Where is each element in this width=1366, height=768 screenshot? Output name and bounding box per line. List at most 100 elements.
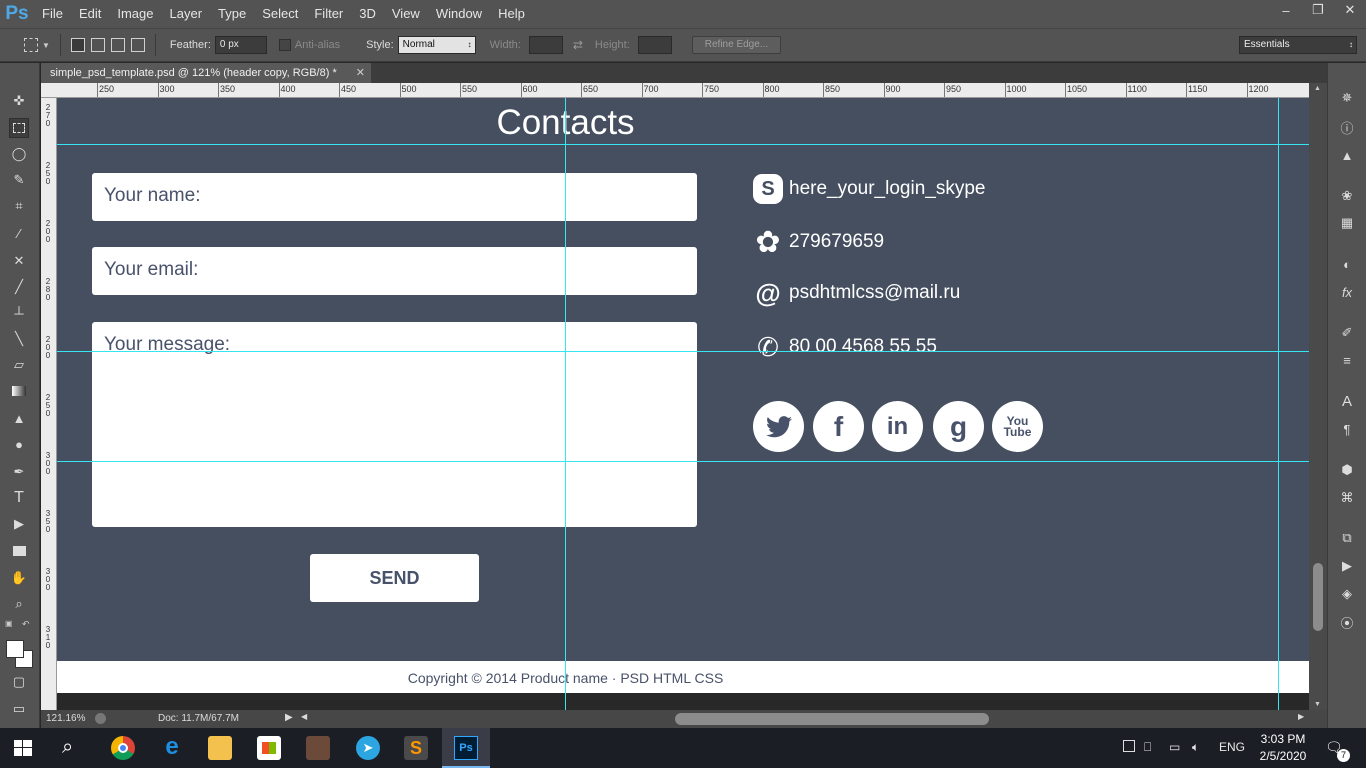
menu-view[interactable]: View xyxy=(384,0,428,28)
info-icon[interactable]: ⓘ xyxy=(1338,118,1356,136)
clone-stamp-tool-icon[interactable]: ┴ xyxy=(9,303,29,323)
intersect-selection-icon[interactable] xyxy=(130,38,145,52)
paths-icon[interactable]: ⦿ xyxy=(1338,613,1356,631)
type-tool-icon[interactable]: T xyxy=(9,488,29,508)
status-info-icon[interactable] xyxy=(95,713,106,724)
volume-icon[interactable]: 🔈︎ xyxy=(1192,740,1199,755)
scroll-down-icon[interactable]: ▼ xyxy=(1314,701,1321,708)
facebook-icon[interactable]: f xyxy=(813,401,864,452)
document-canvas[interactable]: Contacts Your name: Your email: Your mes… xyxy=(57,98,1309,710)
twitter-icon[interactable] xyxy=(753,401,804,452)
menu-image[interactable]: Image xyxy=(109,0,161,28)
file-explorer-icon[interactable] xyxy=(208,736,232,760)
search-icon[interactable]: ⌕ xyxy=(62,736,73,759)
status-menu-arrow-icon[interactable]: ▶ xyxy=(285,712,293,723)
height-input[interactable] xyxy=(637,36,672,54)
google-icon[interactable]: g xyxy=(933,401,984,452)
menu-filter[interactable]: Filter xyxy=(306,0,351,28)
horizontal-scroll-thumb[interactable] xyxy=(675,713,989,725)
quick-select-tool-icon[interactable]: ✎ xyxy=(9,170,29,190)
message-field[interactable]: Your message: xyxy=(92,322,697,527)
tablet-icon[interactable] xyxy=(1123,740,1135,752)
minimize-icon[interactable]: – xyxy=(1270,0,1302,20)
swatches-grid-icon[interactable]: ▦ xyxy=(1338,214,1356,232)
default-colors-icon[interactable]: ▣ xyxy=(5,619,13,628)
marquee-tool-icon[interactable] xyxy=(9,118,29,138)
swap-icon[interactable]: ⇄ xyxy=(573,38,583,52)
fx-styles-icon[interactable]: fx xyxy=(1338,283,1356,301)
clock[interactable]: 3:03 PM 2/5/2020 xyxy=(1258,731,1308,765)
zoom-level[interactable]: 121.16% xyxy=(46,713,85,724)
blur-tool-icon[interactable]: ▲ xyxy=(9,408,29,428)
name-field[interactable]: Your name: xyxy=(92,173,697,221)
width-input[interactable] xyxy=(528,36,563,54)
photoshop-taskbar-active[interactable]: Ps xyxy=(442,728,490,768)
send-button[interactable]: SEND xyxy=(310,554,479,602)
eyedropper-tool-icon[interactable]: ∕ xyxy=(9,223,29,243)
store-icon[interactable] xyxy=(257,736,281,760)
history-brush-tool-icon[interactable]: ╲ xyxy=(9,329,29,349)
path-select-tool-icon[interactable]: ▶ xyxy=(9,514,29,534)
add-selection-icon[interactable] xyxy=(90,38,105,52)
document-tab[interactable]: simple_psd_template.psd @ 121% (header c… xyxy=(41,63,371,83)
menu-help[interactable]: Help xyxy=(490,0,533,28)
scroll-up-icon[interactable]: ▲ xyxy=(1314,85,1321,92)
close-icon[interactable]: ✕ xyxy=(1334,0,1366,20)
scroll-right-icon[interactable]: ▶ xyxy=(1298,712,1304,721)
sublime-text-icon[interactable]: S xyxy=(404,736,428,760)
menu-edit[interactable]: Edit xyxy=(71,0,109,28)
quick-mask-icon[interactable]: ▢ xyxy=(9,672,29,692)
app-dark-icon[interactable] xyxy=(306,736,330,760)
feather-input[interactable]: 0 px xyxy=(214,36,267,54)
actions-play-icon[interactable]: ▶ xyxy=(1338,557,1356,575)
character-icon[interactable]: A xyxy=(1338,392,1356,410)
brush-tool-icon[interactable]: ╱ xyxy=(9,277,29,297)
dodge-tool-icon[interactable]: ● xyxy=(9,434,29,454)
hand-tool-icon[interactable]: ✋ xyxy=(9,568,29,588)
layer-comps-icon[interactable]: ⧉ xyxy=(1338,529,1356,547)
menu-layer[interactable]: Layer xyxy=(162,0,211,28)
adjustments-icon[interactable]: ◐ xyxy=(1338,255,1356,273)
language-indicator[interactable]: ENG xyxy=(1219,740,1245,754)
menu-file[interactable]: File xyxy=(34,0,71,28)
chevron-down-icon[interactable]: ▼ xyxy=(42,41,50,50)
color-wheel-icon[interactable]: ✵ xyxy=(1338,89,1356,107)
linkedin-icon[interactable]: in xyxy=(872,401,923,452)
refine-edge-button[interactable]: Refine Edge... xyxy=(691,36,782,54)
histogram-icon[interactable]: ▲ xyxy=(1338,146,1356,164)
start-icon[interactable] xyxy=(14,740,32,756)
restore-icon[interactable]: ❐ xyxy=(1302,0,1334,20)
pen-tool-icon[interactable]: ✒ xyxy=(9,462,29,482)
battery-icon[interactable]: ▭ xyxy=(1169,740,1180,754)
gradient-tool-icon[interactable] xyxy=(9,381,29,401)
vertical-scrollbar[interactable]: ▲ ▼ xyxy=(1309,83,1327,710)
menu-select[interactable]: Select xyxy=(254,0,306,28)
menu-window[interactable]: Window xyxy=(428,0,490,28)
swap-colors-icon[interactable]: ↶ xyxy=(22,619,30,630)
foreground-color-swatch[interactable] xyxy=(6,640,24,658)
3d-icon[interactable]: ⬢ xyxy=(1338,461,1356,479)
healing-brush-tool-icon[interactable]: ✕ xyxy=(9,251,29,271)
eraser-tool-icon[interactable]: ▱ xyxy=(9,355,29,375)
vertical-scroll-thumb[interactable] xyxy=(1313,563,1323,631)
style-select[interactable]: Normal ↕ xyxy=(397,36,476,54)
new-selection-icon[interactable] xyxy=(70,38,85,52)
transform-icon[interactable]: ⌘ xyxy=(1338,489,1356,507)
youtube-icon[interactable]: You Tube xyxy=(992,401,1043,452)
zoom-tool-icon[interactable]: ⌕ xyxy=(9,594,29,614)
paragraph-icon[interactable]: ¶ xyxy=(1338,420,1356,438)
network-icon[interactable]: ⎕ xyxy=(1144,740,1151,755)
marquee-preset-icon[interactable] xyxy=(24,38,38,52)
crop-tool-icon[interactable]: ⌗ xyxy=(9,196,29,216)
move-tool-icon[interactable]: ✜ xyxy=(9,91,29,111)
menu-3d[interactable]: 3D xyxy=(351,0,384,28)
subtract-selection-icon[interactable] xyxy=(110,38,125,52)
antialias-checkbox[interactable] xyxy=(278,39,291,51)
sliders-icon[interactable]: ≡ xyxy=(1338,351,1356,369)
layers-icon[interactable]: ◈ xyxy=(1338,585,1356,603)
email-field[interactable]: Your email: xyxy=(92,247,697,295)
workspace-select[interactable]: Essentials ↕ xyxy=(1239,36,1357,54)
lasso-tool-icon[interactable]: ◯ xyxy=(9,144,29,164)
edge-icon[interactable]: e xyxy=(160,735,184,760)
brush-settings-icon[interactable]: ✐ xyxy=(1338,324,1356,342)
